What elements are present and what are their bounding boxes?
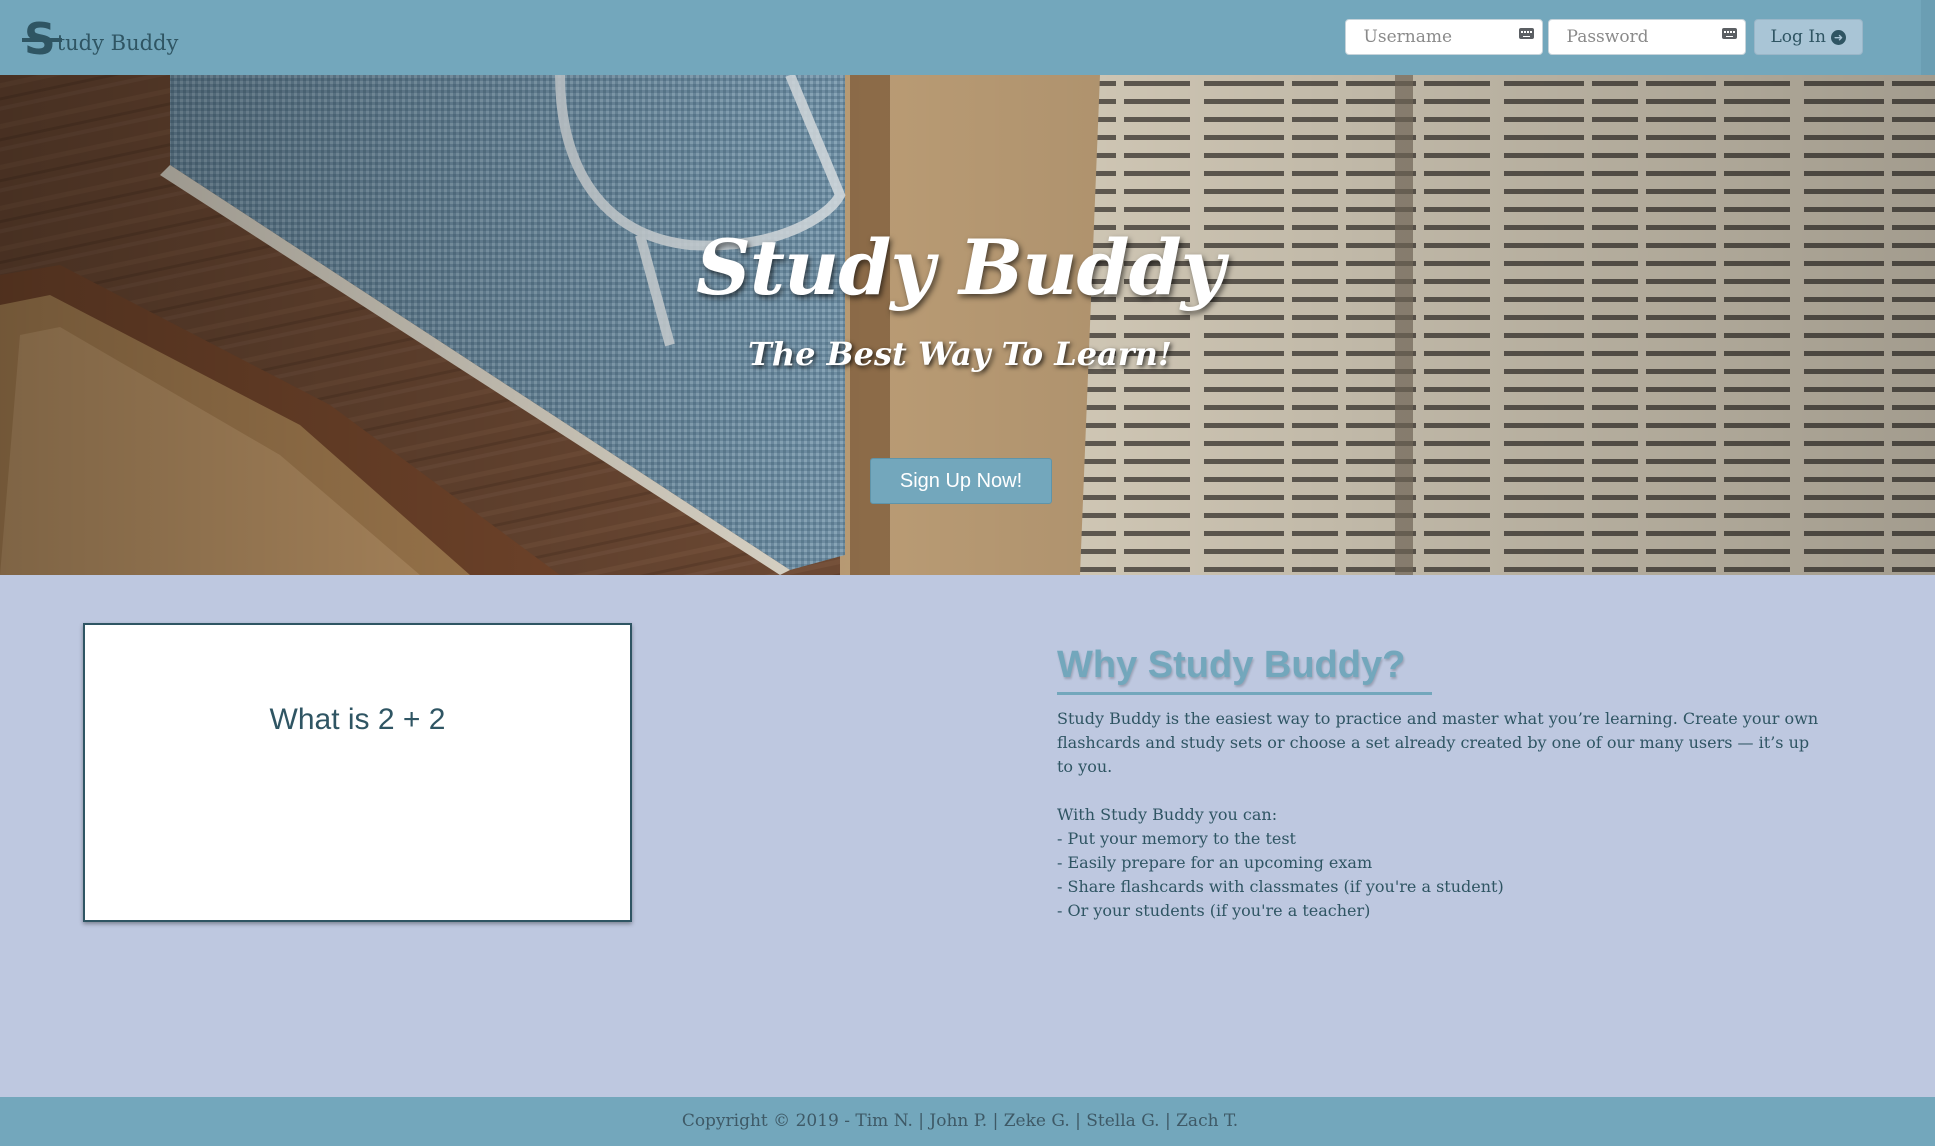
brand-logo-mark: S <box>22 14 62 65</box>
flashcard-question: What is 2 + 2 <box>269 703 446 736</box>
arrow-circle-right-icon: ➜ <box>1831 29 1846 45</box>
login-button[interactable]: Log In ➜ <box>1753 19 1863 55</box>
brand-name: tudy Buddy <box>56 31 179 55</box>
brand-logo-link[interactable]: S tudy Buddy <box>22 14 179 65</box>
hero-subtitle: The Best Way To Learn! <box>748 335 1172 373</box>
hero-title: Study Buddy <box>696 223 1225 312</box>
top-navbar: S tudy Buddy Log In ➜ <box>0 0 1935 75</box>
list-item: - Or your students (if you're a teacher) <box>1057 901 1371 920</box>
username-field-wrapper <box>1344 19 1543 55</box>
login-button-label: Log In <box>1770 27 1826 47</box>
hero-banner: Study Buddy The Best Way To Learn! Sign … <box>0 75 1935 575</box>
sample-flashcard[interactable]: What is 2 + 2 <box>83 623 632 922</box>
key-icon[interactable] <box>1721 27 1737 39</box>
why-paragraph: Study Buddy is the easiest way to practi… <box>1057 709 1819 776</box>
list-item: - Put your memory to the test <box>1057 829 1296 848</box>
why-intro: With Study Buddy you can: <box>1057 805 1278 824</box>
password-input[interactable] <box>1564 26 1722 48</box>
heading-underline <box>1057 692 1432 695</box>
scrollbar[interactable] <box>1921 0 1935 75</box>
footer-copyright: Copyright © 2019 - Tim N. | John P. | Ze… <box>681 1111 1239 1131</box>
list-item: - Easily prepare for an upcoming exam <box>1057 853 1373 872</box>
sign-up-button[interactable]: Sign Up Now! <box>870 458 1052 504</box>
login-form: Log In ➜ <box>1344 19 1863 55</box>
username-input[interactable] <box>1361 26 1519 48</box>
why-heading: Why Study Buddy? <box>1057 644 1406 686</box>
key-icon[interactable] <box>1518 27 1534 39</box>
list-item: - Share flashcards with classmates (if y… <box>1057 877 1504 896</box>
password-field-wrapper <box>1547 19 1746 55</box>
feature-list: - Put your memory to the test - Easily p… <box>1057 827 1827 923</box>
footer: Copyright © 2019 - Tim N. | John P. | Ze… <box>0 1097 1935 1146</box>
why-section: Why Study Buddy? Study Buddy is the easi… <box>1057 640 1827 923</box>
